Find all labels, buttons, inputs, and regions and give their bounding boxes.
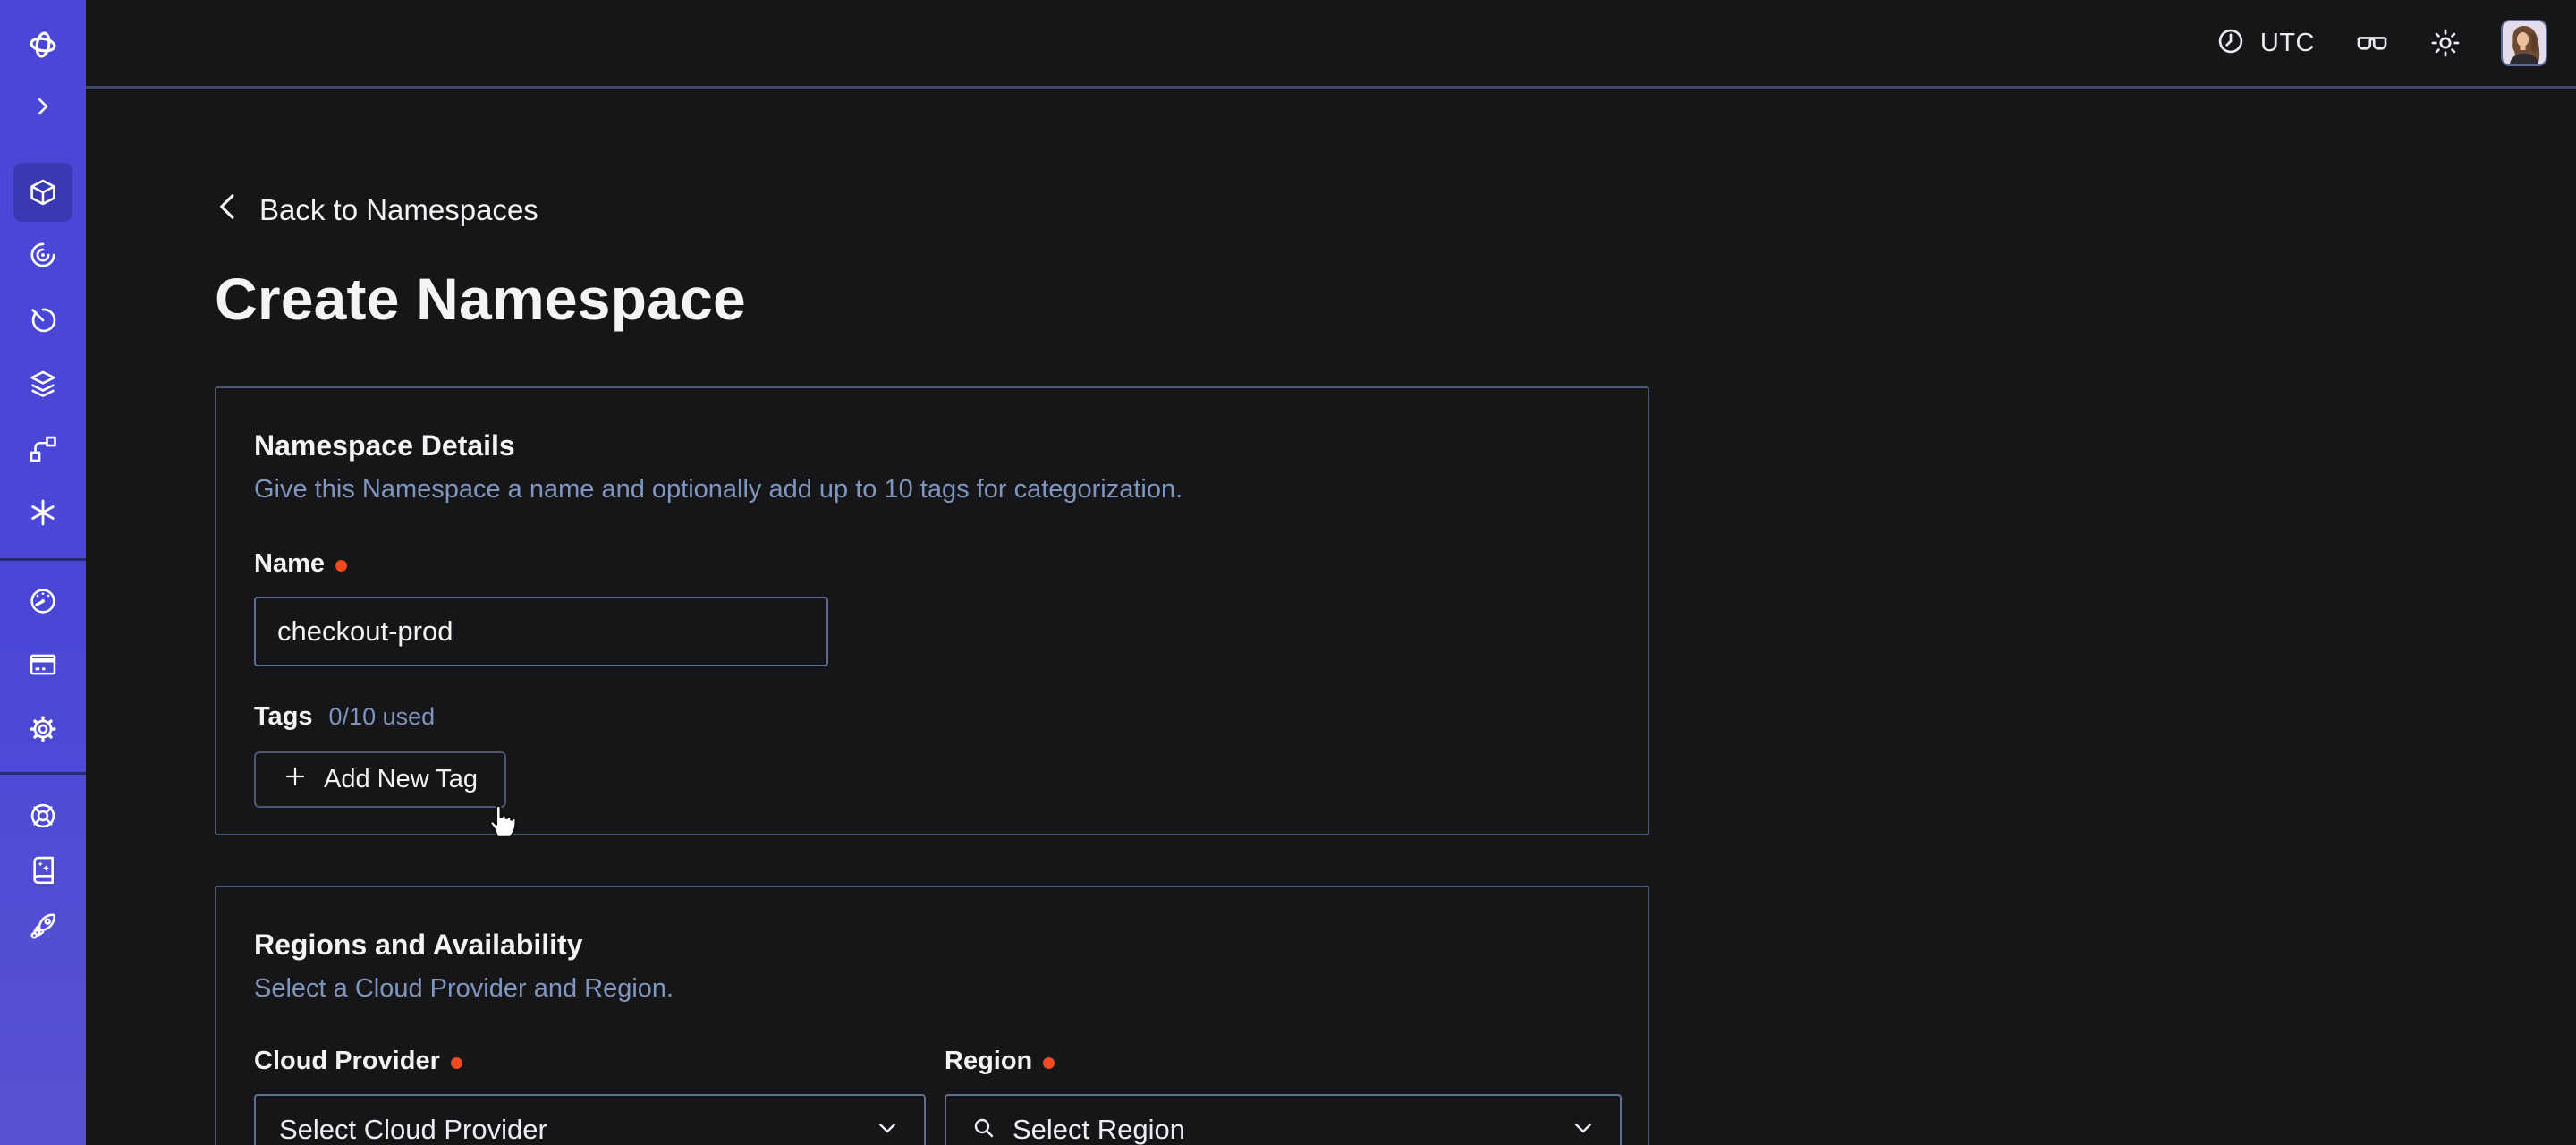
sidebar-item-support-lifebuoy-icon[interactable]: [0, 794, 86, 837]
glasses-icon[interactable]: [2354, 28, 2390, 58]
sidebar-item-schedules-timer-icon[interactable]: [0, 299, 86, 342]
cloud-provider-placeholder: Select Cloud Provider: [279, 1114, 547, 1145]
chevron-down-icon: [874, 1115, 901, 1145]
tags-counter: 0/10 used: [329, 703, 436, 731]
region-select[interactable]: Select Region: [945, 1094, 1622, 1145]
regions-availability-card: Regions and Availability Select a Cloud …: [215, 886, 1649, 1145]
search-icon: [970, 1114, 998, 1145]
sidebar-item-docs-book-icon[interactable]: [0, 848, 86, 891]
sidebar-item-billing-card-icon[interactable]: [0, 643, 86, 686]
name-field-label: Name: [254, 549, 325, 579]
namespace-details-card: Namespace Details Give this Namespace a …: [215, 386, 1649, 835]
sidebar-item-workflows-icon[interactable]: [0, 233, 86, 276]
sidebar-item-namespaces-cube-icon[interactable]: [0, 171, 86, 214]
sun-theme-toggle-icon[interactable]: [2429, 27, 2462, 59]
required-indicator-dot: [335, 560, 347, 572]
required-indicator-dot: [451, 1057, 462, 1069]
cloud-provider-select[interactable]: Select Cloud Provider: [254, 1094, 926, 1145]
sidebar-item-batch-operations-icon[interactable]: [0, 428, 86, 471]
namespace-name-input[interactable]: [254, 597, 828, 666]
sidebar-expand-chevron-right-icon[interactable]: [0, 85, 86, 128]
sidebar-divider: [0, 772, 86, 775]
tags-label: Tags: [254, 702, 313, 732]
add-new-tag-label: Add New Tag: [324, 765, 478, 794]
card-subtitle: Give this Namespace a name and optionall…: [254, 475, 1610, 505]
cloud-provider-label: Cloud Provider: [254, 1047, 440, 1076]
page-title: Create Namespace: [215, 265, 2576, 333]
card-title: Namespace Details: [254, 429, 1610, 462]
back-link-label: Back to Namespaces: [259, 193, 538, 227]
plus-icon: [283, 764, 308, 796]
sidebar-item-nexus-asterisk-icon[interactable]: [0, 491, 86, 534]
sidebar: [0, 0, 86, 1145]
chevron-left-icon: [215, 191, 242, 229]
sidebar-item-get-started-rocket-icon[interactable]: [0, 905, 86, 948]
timezone-selector[interactable]: UTC: [2216, 26, 2315, 61]
region-label: Region: [945, 1047, 1032, 1076]
region-placeholder: Select Region: [1013, 1114, 1185, 1145]
card-subtitle: Select a Cloud Provider and Region.: [254, 974, 1610, 1004]
clock-icon: [2216, 26, 2246, 61]
required-indicator-dot: [1043, 1057, 1055, 1069]
cloud-provider-field: Cloud Provider Select Cloud Provider: [254, 1047, 926, 1145]
topbar: UTC: [86, 0, 2576, 89]
back-to-namespaces-link[interactable]: Back to Namespaces: [215, 191, 538, 229]
region-field: Region Select Region: [945, 1047, 1622, 1145]
sidebar-item-usage-gauge-icon[interactable]: [0, 580, 86, 623]
user-avatar[interactable]: [2501, 20, 2547, 66]
sidebar-divider: [0, 558, 86, 561]
add-new-tag-button[interactable]: Add New Tag: [254, 751, 506, 808]
sidebar-item-settings-gear-icon[interactable]: [0, 708, 86, 751]
card-title: Regions and Availability: [254, 929, 1610, 962]
sidebar-item-deployments-layers-icon[interactable]: [0, 363, 86, 406]
main-content: Back to Namespaces Create Namespace Name…: [86, 91, 2576, 1145]
temporal-logo-icon[interactable]: [0, 23, 86, 66]
chevron-down-icon: [1570, 1115, 1597, 1145]
timezone-label: UTC: [2260, 29, 2315, 58]
